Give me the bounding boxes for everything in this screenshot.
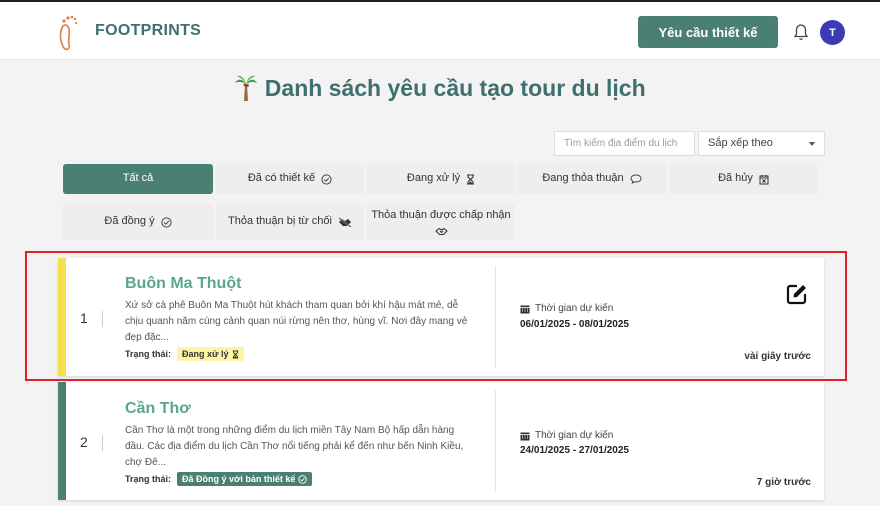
status-badge-text: Đã Đồng ý với bản thiết kế xyxy=(182,474,296,484)
tab-label: Đang thỏa thuận xyxy=(542,172,624,185)
chat-bubble-icon xyxy=(630,174,642,184)
tab-label: Đã hủy xyxy=(718,172,753,185)
user-avatar[interactable]: T xyxy=(820,20,845,45)
check-circle-icon xyxy=(160,216,172,228)
status-label: Trạng thái: xyxy=(125,474,172,484)
tab-all[interactable]: Tất cả xyxy=(63,164,213,194)
top-navbar: FOOTPRINTS Yêu cầu thiết kế T xyxy=(0,0,880,60)
footprint-logo-icon[interactable] xyxy=(55,12,79,52)
updated-ago: 7 giờ trước xyxy=(756,477,811,488)
check-circle-icon xyxy=(298,474,308,484)
status-row: Trạng thái: Đã Đồng ý với bản thiết kế xyxy=(125,472,313,486)
page-title-row: Danh sách yêu cầu tạo tour du lịch xyxy=(0,74,880,102)
tab-rejected-agreement[interactable]: Thỏa thuận bị từ chối xyxy=(216,204,364,240)
request-card[interactable]: 2 Cần Thơ Cần Thơ là một trong những điể… xyxy=(58,382,824,500)
tab-label: Tất cả xyxy=(122,172,154,185)
request-design-button[interactable]: Yêu cầu thiết kế xyxy=(638,16,778,48)
tab-label: Thỏa thuận được chấp nhận xyxy=(371,208,511,221)
tab-label: Đang xử lý xyxy=(406,172,461,185)
sort-select[interactable]: Sắp xếp theo xyxy=(698,131,825,156)
palm-tree-icon xyxy=(235,75,258,101)
time-label: Thời gian dự kiến xyxy=(535,430,614,441)
tab-processing[interactable]: Đang xử lý xyxy=(367,164,515,194)
time-label-row: Thời gian dự kiến xyxy=(520,430,613,441)
sort-label: Sắp xếp theo xyxy=(708,137,773,149)
divider xyxy=(102,435,103,451)
tab-label: Đã có thiết kế xyxy=(247,172,316,185)
tab-label: Thỏa thuận bị từ chối xyxy=(228,215,332,228)
destination-name[interactable]: Cần Thơ xyxy=(125,400,191,418)
tab-negotiating[interactable]: Đang thỏa thuận xyxy=(518,164,666,194)
handshake-icon xyxy=(434,228,448,236)
caret-down-icon xyxy=(809,142,815,146)
handshake-off-icon xyxy=(338,216,352,228)
calendar-x-icon xyxy=(759,174,769,184)
selection-highlight xyxy=(25,251,847,381)
card-separator xyxy=(495,390,496,492)
search-input[interactable]: Tìm kiếm địa điểm du lịch xyxy=(554,131,695,156)
destination-description: Cần Thơ là một trong những điểm du lịch … xyxy=(125,425,464,468)
tab-cancelled[interactable]: Đã hủy xyxy=(670,164,817,194)
tab-agreed[interactable]: Đã đồng ý xyxy=(63,204,213,240)
request-index: 2 xyxy=(80,434,88,450)
check-circle-icon xyxy=(321,173,332,185)
calendar-icon xyxy=(520,432,530,440)
trip-dates: 24/01/2025 - 27/01/2025 xyxy=(520,445,629,456)
page-title: Danh sách yêu cầu tạo tour du lịch xyxy=(264,74,646,101)
tab-label: Đã đồng ý xyxy=(104,215,155,228)
brand-name[interactable]: FOOTPRINTS xyxy=(95,22,201,40)
hourglass-icon xyxy=(467,173,475,185)
bell-icon[interactable] xyxy=(793,23,809,41)
status-stripe xyxy=(58,382,66,500)
tab-accepted-agreement[interactable]: Thỏa thuận được chấp nhận xyxy=(367,204,515,240)
tab-designed[interactable]: Đã có thiết kế xyxy=(216,164,364,194)
status-badge: Đã Đồng ý với bản thiết kế xyxy=(177,472,313,486)
